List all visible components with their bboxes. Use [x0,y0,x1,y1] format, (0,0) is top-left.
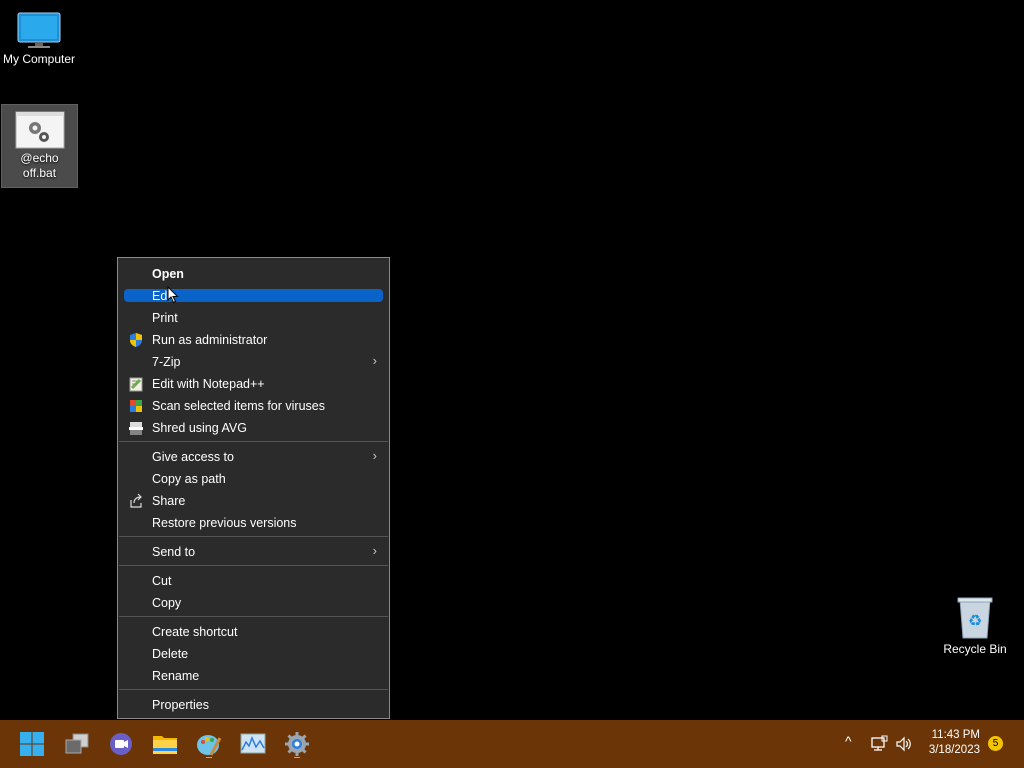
menu-item-open[interactable]: Open [124,267,383,281]
desktop-icon-my-computer[interactable]: My Computer [0,8,78,67]
chevron-right-icon: › [372,353,377,368]
taskbar: ^ 11:43 PM 3/18/2023 [0,720,1024,768]
menu-item-label: Run as administrator [152,333,268,347]
share-icon [130,493,142,508]
resource-monitor-icon[interactable] [239,730,267,758]
menu-item-label: Scan selected items for viruses [152,399,325,413]
menu-item-label: Copy as path [152,472,226,486]
avg-shred-icon [129,422,143,435]
menu-item-properties[interactable]: Properties [124,698,383,712]
menu-item-run-as-administrator[interactable]: Run as administrator [124,333,383,347]
volume-icon[interactable] [895,735,913,753]
menu-item-label: Create shortcut [152,625,238,639]
avg-scan-icon [130,400,142,412]
menu-item-scan-viruses[interactable]: Scan selected items for viruses [124,399,383,413]
menu-item-edit[interactable]: Edit [124,289,383,303]
menu-item-create-shortcut[interactable]: Create shortcut [124,625,383,639]
menu-item-7zip[interactable]: 7-Zip › [124,353,383,369]
menu-item-copy-as-path[interactable]: Copy as path [124,472,383,486]
desktop-icon-label: @echo off.bat [20,151,59,180]
file-explorer-icon[interactable] [151,730,179,758]
menu-separator [119,616,388,617]
menu-item-label: Restore previous versions [152,516,297,530]
show-hidden-icons-chevron[interactable]: ^ [845,733,852,749]
menu-item-shred-avg[interactable]: Shred using AVG [124,421,383,435]
menu-item-label: Rename [152,669,200,683]
network-icon[interactable] [870,735,888,753]
desktop-icon-label: Recycle Bin [943,642,1007,656]
menu-item-rename[interactable]: Rename [124,669,383,683]
menu-separator [119,689,388,690]
uac-shield-icon [130,333,142,347]
menu-item-label: Give access to [152,450,234,464]
settings-icon[interactable] [283,730,311,758]
svg-text:♻: ♻ [968,611,982,630]
menu-item-label: Shred using AVG [152,421,247,435]
menu-item-share[interactable]: Share [124,493,383,508]
clock[interactable]: 11:43 PM 3/18/2023 [929,728,980,758]
mouse-cursor-icon [167,286,179,304]
task-view-icon[interactable] [63,730,91,758]
menu-item-label: Delete [152,647,189,661]
notification-badge[interactable]: 5 [988,736,1003,751]
menu-item-delete[interactable]: Delete [124,647,383,661]
menu-separator [119,565,388,566]
clock-date: 3/18/2023 [928,744,980,756]
menu-item-copy[interactable]: Copy [124,596,383,610]
menu-item-label: Share [152,494,186,508]
menu-item-label: 7-Zip [152,355,181,369]
chevron-right-icon: › [372,543,377,558]
menu-item-cut[interactable]: Cut [124,574,383,588]
batch-file-icon [15,111,64,149]
menu-separator [119,441,388,442]
menu-item-label: Open [152,267,184,281]
desktop-icon-batch-file[interactable]: @echo off.bat [1,104,78,188]
menu-item-label: Print [152,311,178,325]
desktop-icon-recycle-bin[interactable]: ♻ Recycle Bin [940,596,1010,657]
menu-item-label: Properties [152,698,209,712]
paint-icon[interactable] [195,730,223,758]
menu-item-print[interactable]: Print [124,311,383,325]
menu-item-edit-with-notepadpp[interactable]: Edit with Notepad++ [124,377,383,392]
menu-item-label: Edit with Notepad++ [152,377,265,391]
chevron-right-icon: › [372,448,377,463]
menu-item-label: Cut [152,574,172,588]
teams-chat-icon[interactable] [107,730,135,758]
windows-start-icon[interactable] [18,730,46,758]
menu-separator [119,536,388,537]
context-menu: Open Edit Print Run as administrator 7-Z… [117,257,390,719]
menu-item-send-to[interactable]: Send to › [124,543,383,559]
recycle-bin-icon: ♻ [957,597,993,639]
menu-item-give-access-to[interactable]: Give access to › [124,448,383,464]
notepadpp-icon [129,377,143,392]
desktop-icon-label: My Computer [2,52,76,66]
menu-item-restore-previous-versions[interactable]: Restore previous versions [124,516,383,530]
menu-item-label: Send to [152,545,196,559]
menu-item-label: Copy [152,596,182,610]
monitor-icon [17,12,61,48]
clock-time: 11:43 PM [931,729,980,741]
